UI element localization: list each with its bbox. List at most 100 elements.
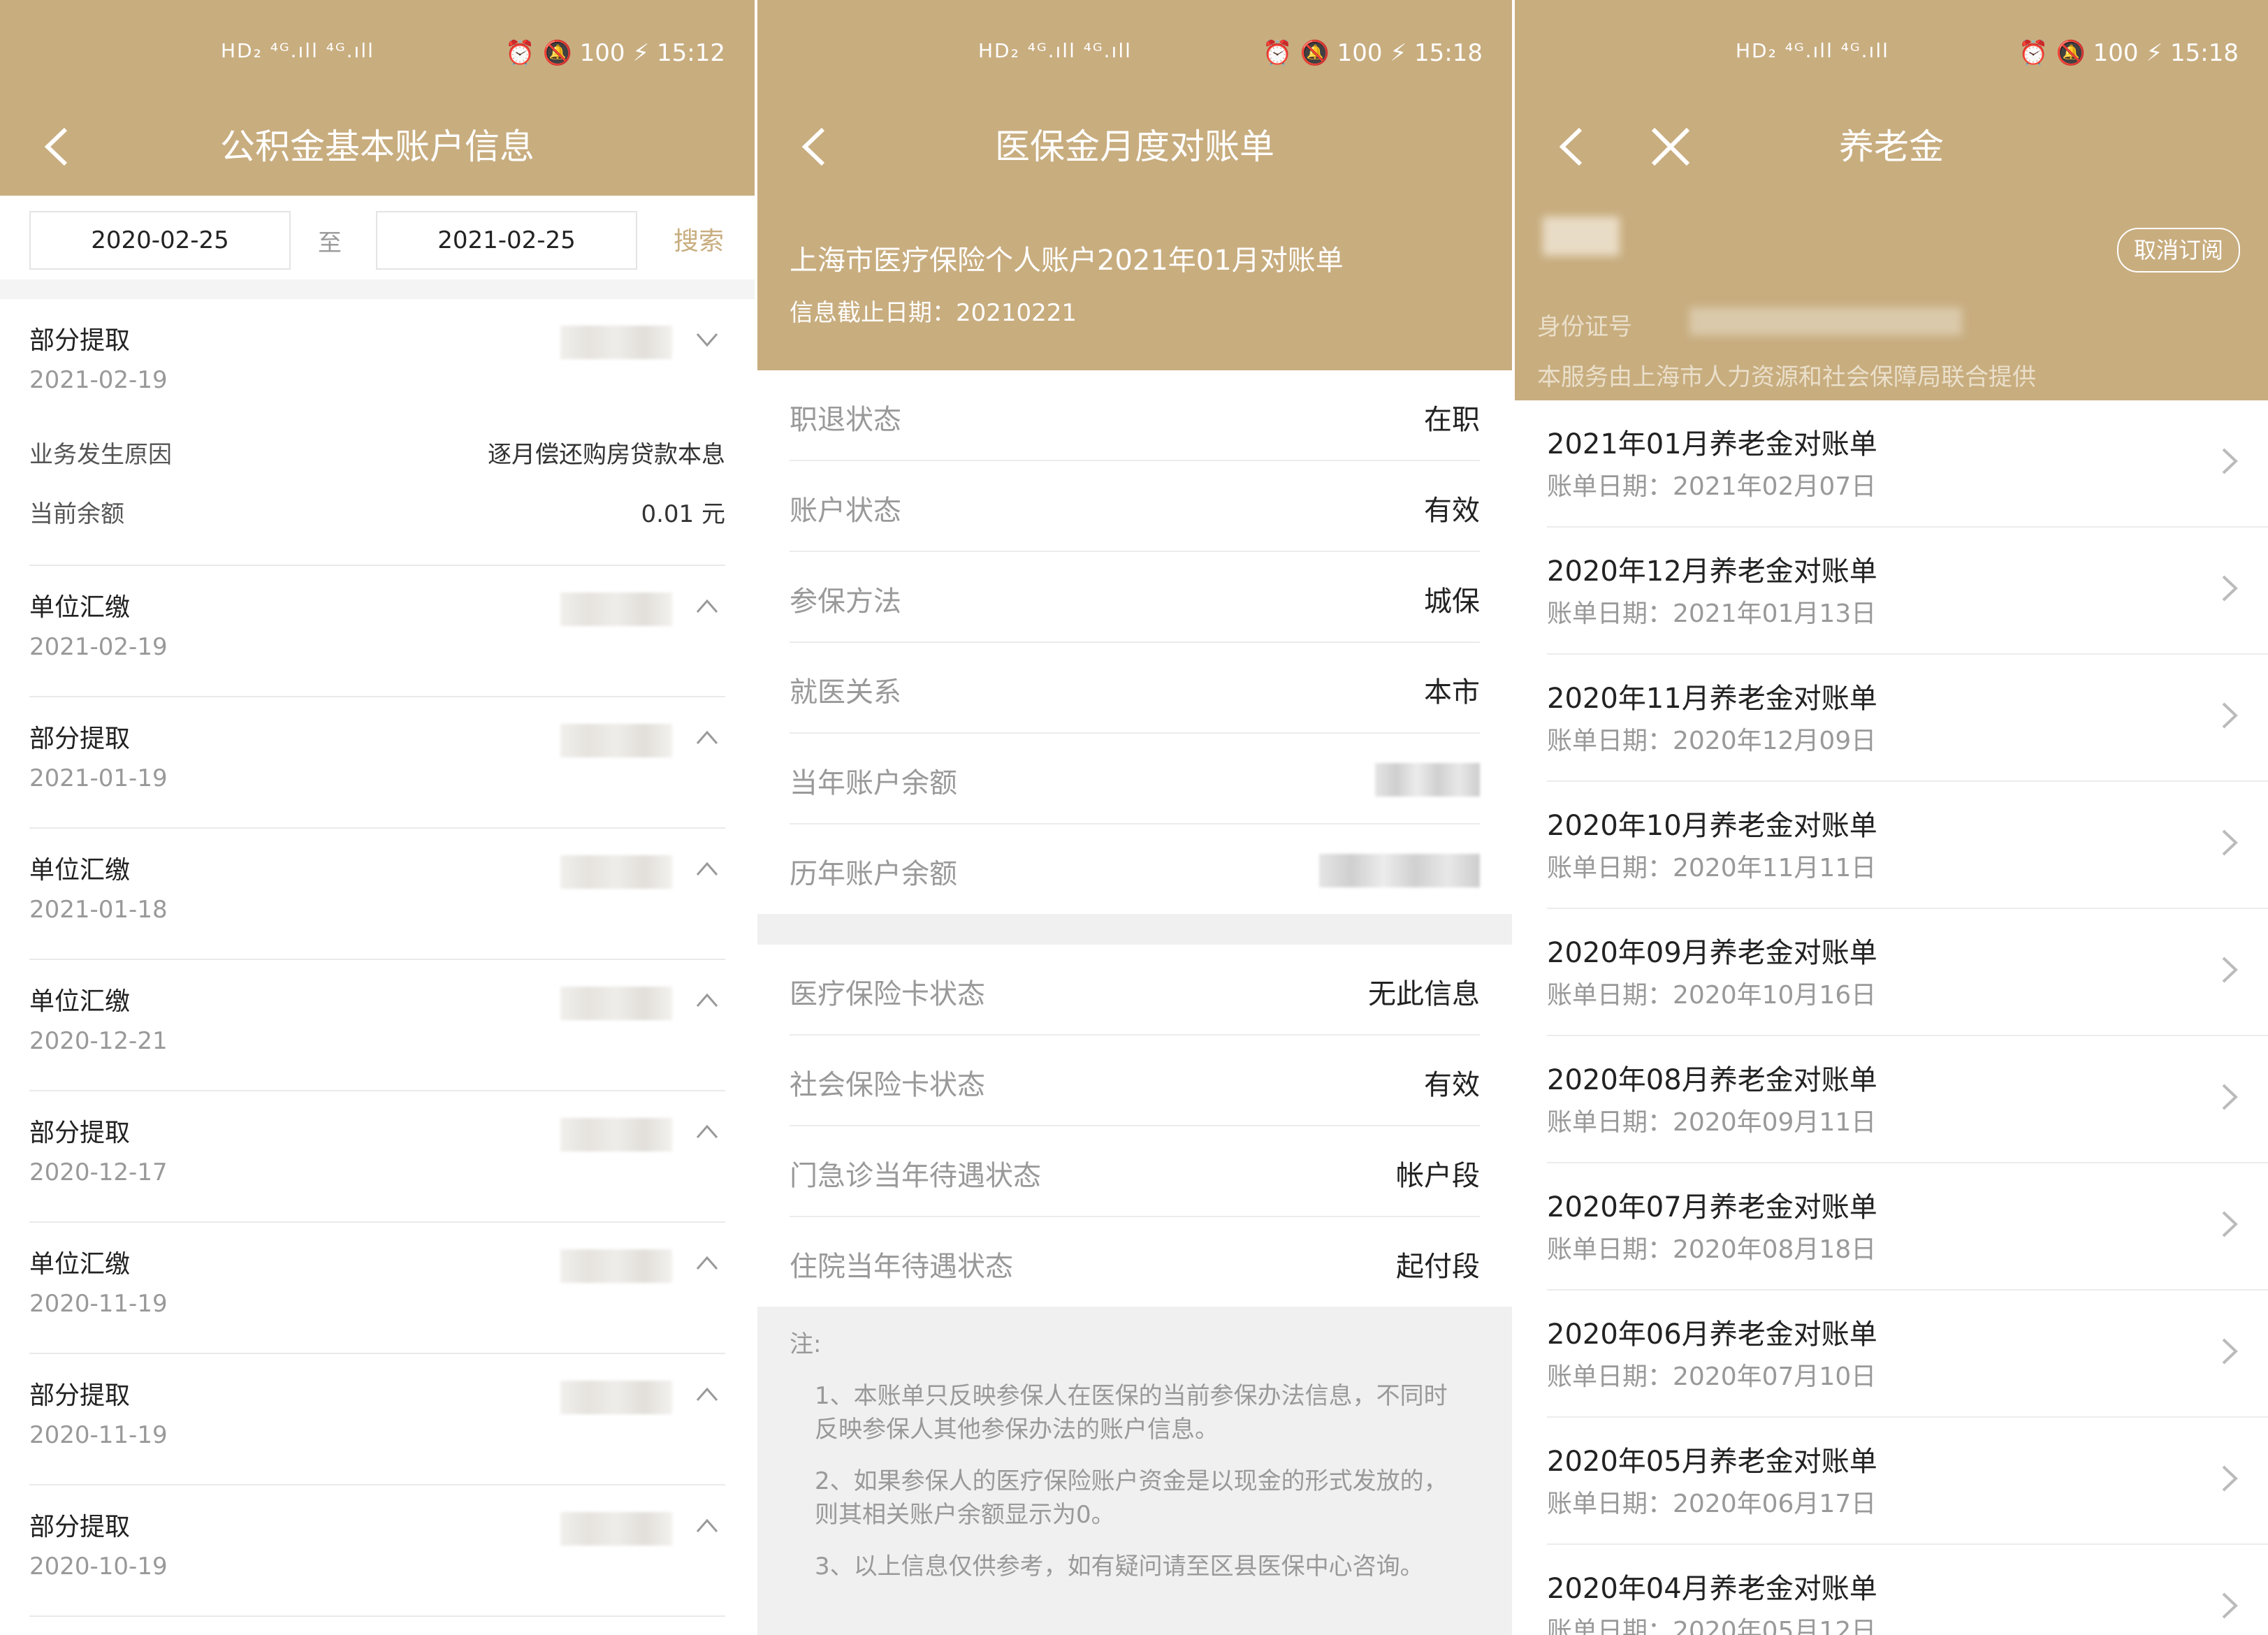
statement-header: 上海市医疗保险个人账户2021年01月对账单 信息截止日期：20210221 — [757, 196, 1512, 370]
info-label: 门急诊当年待遇状态 — [790, 1160, 1041, 1192]
info-label: 医疗保险卡状态 — [790, 978, 985, 1010]
transaction-item-expanded[interactable]: 部分提取 2021-02-19 业务发生原因 逐月偿还购房贷款本息 当前余额 0… — [29, 299, 725, 566]
bill-title: 2020年11月养老金对账单 — [1547, 683, 1877, 715]
transaction-date: 2021-01-18 — [29, 896, 168, 924]
reason-label: 业务发生原因 — [29, 441, 172, 469]
info-label: 就医关系 — [790, 676, 901, 708]
statement-title: 上海市医疗保险个人账户2021年01月对账单 — [790, 245, 1344, 277]
transaction-item[interactable]: 单位汇缴 2020-12-21 — [29, 960, 725, 1091]
chevron-right-icon — [2222, 829, 2238, 856]
info-label: 职退状态 — [790, 404, 901, 436]
info-label: 历年账户余额 — [790, 858, 957, 890]
chevron-up-icon[interactable] — [695, 1382, 720, 1407]
profile-header: 取消订阅 身份证号 本服务由上海市人力资源和社会保障局联合提供 — [1515, 196, 2268, 400]
chevron-right-icon — [2222, 957, 2238, 983]
medical-statement-screen: HD₂ ⁴ᴳ.ıll ⁴ᴳ.ıll ⏰ 🔕 100 ⚡ 15:18 医保金月度对… — [757, 0, 1512, 1635]
transaction-date: 2020-12-21 — [29, 1027, 168, 1055]
bill-title: 2020年09月养老金对账单 — [1547, 937, 1877, 969]
transaction-item[interactable]: 部分提取 2020-11-19 — [29, 1354, 725, 1485]
info-row: 就医关系 本市 — [790, 643, 1480, 734]
bill-item[interactable]: 2020年06月养老金对账单 账单日期：2020年07月10日 — [1547, 1291, 2268, 1418]
transaction-type: 单位汇缴 — [29, 593, 131, 622]
bill-item[interactable]: 2020年04月养老金对账单 账单日期：2020年05月12日 — [1547, 1545, 2268, 1635]
transaction-type: 部分提取 — [29, 1119, 131, 1147]
balance-value: 0.01 元 — [641, 500, 725, 528]
info-value: 起付段 — [1396, 1251, 1480, 1283]
status-bar: HD₂ ⁴ᴳ.ıll ⁴ᴳ.ıll ⏰ 🔕 100 ⚡ 15:18 — [1515, 0, 2268, 108]
info-row: 账户状态 有效 — [790, 461, 1480, 552]
transaction-type: 部分提取 — [29, 1513, 131, 1541]
bill-item[interactable]: 2020年08月养老金对账单 账单日期：2020年09月11日 — [1547, 1036, 2268, 1163]
info-row: 住院当年待遇状态 起付段 — [790, 1217, 1480, 1307]
chevron-up-icon[interactable] — [695, 1513, 720, 1539]
transaction-date: 2020-11-19 — [29, 1290, 168, 1318]
chevron-up-icon[interactable] — [695, 857, 720, 882]
bill-item[interactable]: 2020年11月养老金对账单 账单日期：2020年12月09日 — [1547, 655, 2268, 782]
clock-status: ⏰ 🔕 100 ⚡ 15:12 — [505, 39, 725, 67]
transaction-item[interactable]: 部分提取 2020-12-17 — [29, 1091, 725, 1223]
masked-amount — [560, 593, 672, 626]
note-2: 2、如果参保人的医疗保险账户资金是以现金的形式发放的，则其相关账户余额显示为0。 — [815, 1467, 1448, 1529]
bill-item[interactable]: 2021年01月养老金对账单 账单日期：2021年02月07日 — [1547, 400, 2268, 528]
clock-status: ⏰ 🔕 100 ⚡ 15:18 — [2019, 39, 2239, 67]
start-date-field[interactable]: 2020-02-25 — [29, 211, 291, 270]
transaction-list: 部分提取 2021-02-19 业务发生原因 逐月偿还购房贷款本息 当前余额 0… — [0, 299, 755, 1617]
masked-name — [1543, 217, 1620, 256]
chevron-right-icon — [2222, 702, 2238, 729]
chevron-up-icon[interactable] — [695, 1119, 720, 1144]
bill-title: 2020年04月养老金对账单 — [1547, 1573, 1877, 1605]
masked-balance — [1319, 854, 1480, 887]
transaction-date: 2021-02-19 — [29, 633, 168, 661]
masked-amount — [560, 1512, 672, 1546]
signal-status: HD₂ ⁴ᴳ.ıll ⁴ᴳ.ıll — [1736, 39, 1889, 62]
chevron-right-icon — [2222, 1211, 2238, 1237]
chevron-up-icon[interactable] — [695, 594, 720, 619]
signal-status: HD₂ ⁴ᴳ.ıll ⁴ᴳ.ıll — [978, 39, 1132, 62]
transaction-date: 2020-11-19 — [29, 1421, 168, 1449]
bill-item[interactable]: 2020年10月养老金对账单 账单日期：2020年11月11日 — [1547, 782, 2268, 909]
chevron-up-icon[interactable] — [695, 725, 720, 750]
status-bar: HD₂ ⁴ᴳ.ıll ⁴ᴳ.ıll ⏰ 🔕 100 ⚡ 15:18 — [757, 0, 1512, 108]
page-title: 养老金 — [1839, 126, 1944, 167]
masked-id-number — [1689, 307, 1962, 335]
nav-bar: 养老金 — [1515, 108, 2268, 196]
chevron-up-icon[interactable] — [695, 1251, 720, 1276]
transaction-item[interactable]: 部分提取 2020-10-19 — [29, 1485, 725, 1617]
search-button[interactable]: 搜索 — [674, 221, 724, 257]
info-row: 职退状态 在职 — [790, 370, 1480, 461]
bill-date: 账单日期：2021年01月13日 — [1547, 600, 1877, 628]
transaction-type: 单位汇缴 — [29, 1250, 131, 1279]
chevron-right-icon — [2222, 1592, 2238, 1619]
transaction-item[interactable]: 单位汇缴 2020-11-19 — [29, 1223, 725, 1354]
bill-item[interactable]: 2020年09月养老金对账单 账单日期：2020年10月16日 — [1547, 909, 2268, 1036]
chevron-down-icon[interactable] — [695, 327, 720, 352]
page-title: 医保金月度对账单 — [995, 126, 1274, 167]
bill-item[interactable]: 2020年07月养老金对账单 账单日期：2020年08月18日 — [1547, 1163, 2268, 1291]
bill-item[interactable]: 2020年05月养老金对账单 账单日期：2020年06月17日 — [1547, 1418, 2268, 1545]
note-1: 1、本账单只反映参保人在医保的当前参保办法信息，不同时反映参保人其他参保办法的账… — [815, 1382, 1448, 1444]
transaction-item[interactable]: 单位汇缴 2021-02-19 — [29, 566, 725, 697]
chevron-right-icon — [2222, 575, 2238, 602]
end-date-field[interactable]: 2021-02-25 — [376, 211, 637, 270]
info-row: 历年账户余额 — [790, 824, 1480, 914]
bill-title: 2020年08月养老金对账单 — [1547, 1064, 1877, 1096]
transaction-item[interactable]: 单位汇缴 2021-01-18 — [29, 829, 725, 960]
bill-item[interactable]: 2020年12月养老金对账单 账单日期：2021年01月13日 — [1547, 528, 2268, 655]
divider — [0, 279, 755, 299]
info-label: 参保方法 — [790, 586, 901, 618]
transaction-item[interactable]: 部分提取 2021-01-19 — [29, 697, 725, 829]
info-value: 有效 — [1424, 1069, 1480, 1101]
chevron-right-icon — [2222, 1084, 2238, 1110]
masked-amount — [560, 326, 672, 359]
chevron-up-icon[interactable] — [695, 988, 720, 1013]
notes: 注: 1、本账单只反映参保人在医保的当前参保办法信息，不同时反映参保人其他参保办… — [790, 1328, 1470, 1601]
info-row: 当年账户余额 — [790, 734, 1480, 824]
info-value: 本市 — [1424, 676, 1480, 708]
unsubscribe-button[interactable]: 取消订阅 — [2116, 228, 2240, 272]
fund-account-screen: HD₂ ⁴ᴳ.ıll ⁴ᴳ.ıll ⏰ 🔕 100 ⚡ 15:12 公积金基本账… — [0, 0, 755, 1635]
card-info-block: 医疗保险卡状态 无此信息 社会保险卡状态 有效 门急诊当年待遇状态 帐户段 住院当年待遇状态… — [757, 945, 1512, 1307]
info-label: 住院当年待遇状态 — [790, 1251, 1013, 1283]
masked-amount — [560, 1381, 672, 1414]
chevron-right-icon — [2222, 1465, 2238, 1492]
info-row: 医疗保险卡状态 无此信息 — [790, 945, 1480, 1036]
